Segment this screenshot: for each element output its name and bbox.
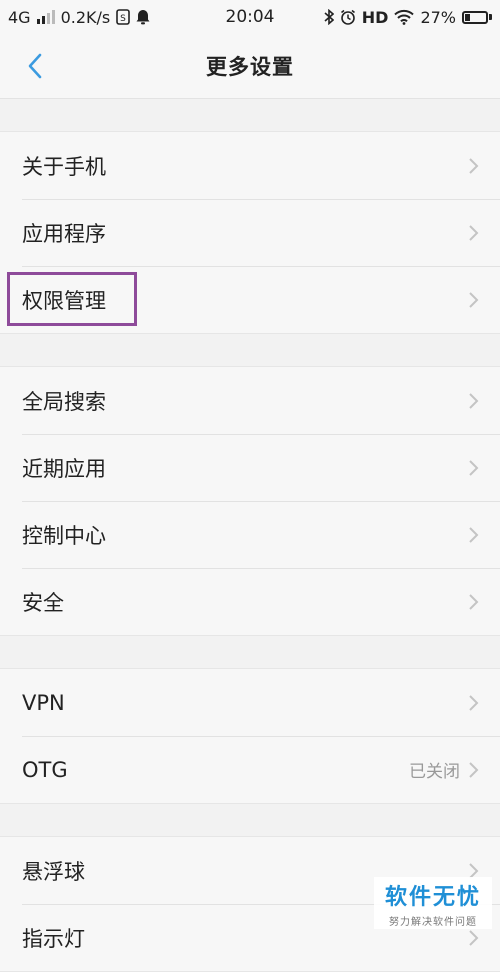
page-title: 更多设置 <box>206 55 294 79</box>
chevron-right-icon <box>469 392 479 409</box>
wifi-icon <box>394 9 415 25</box>
chevron-right-icon <box>469 526 479 543</box>
status-left: 4G 0.2K/s S <box>8 8 150 27</box>
settings-group-3: VPN OTG 已关闭 <box>0 668 500 804</box>
chevron-right-icon <box>469 224 479 241</box>
row-label: 应用程序 <box>22 221 106 246</box>
row-label: 近期应用 <box>22 456 106 481</box>
row-right <box>468 929 480 947</box>
settings-row-global-search[interactable]: 全局搜索 <box>0 367 500 434</box>
row-right <box>468 392 480 410</box>
row-label: 悬浮球 <box>22 859 85 884</box>
row-label: 指示灯 <box>22 926 85 951</box>
settings-list: 关于手机 应用程序 权限管理 全局搜索 近期应用 控制中心 安全 VPN OTG… <box>0 131 500 972</box>
notification-bell-icon <box>136 10 150 25</box>
watermark: 软件无忧 努力解决软件问题 <box>374 877 492 929</box>
svg-text:S: S <box>120 14 126 24</box>
row-right <box>468 694 480 712</box>
network-type: 4G <box>8 7 31 27</box>
battery-icon <box>462 10 492 24</box>
otg-status-value: 已关闭 <box>409 762 460 782</box>
watermark-sub: 努力解决软件问题 <box>389 916 477 928</box>
settings-row-about-phone[interactable]: 关于手机 <box>0 132 500 199</box>
sim-icon: S <box>116 9 131 25</box>
settings-group-2: 全局搜索 近期应用 控制中心 安全 <box>0 366 500 636</box>
settings-row-otg[interactable]: OTG 已关闭 <box>0 736 500 803</box>
title-bar: 更多设置 <box>0 34 500 99</box>
chevron-right-icon <box>469 157 479 174</box>
row-label: VPN <box>22 690 65 715</box>
row-right <box>468 157 480 175</box>
watermark-main: 软件无忧 <box>384 884 481 910</box>
row-right <box>468 593 480 611</box>
chevron-right-icon <box>469 761 479 778</box>
row-label: 控制中心 <box>22 523 106 548</box>
back-button[interactable] <box>20 50 50 82</box>
row-right: 已关闭 <box>409 757 480 782</box>
row-right <box>468 291 480 309</box>
row-label: 关于手机 <box>22 154 106 179</box>
chevron-right-icon <box>469 929 479 946</box>
settings-row-apps[interactable]: 应用程序 <box>0 199 500 266</box>
signal-icon <box>36 10 55 24</box>
settings-row-security[interactable]: 安全 <box>0 568 500 635</box>
chevron-right-icon <box>469 694 479 711</box>
status-bar: 4G 0.2K/s S 20:04 HD 27% <box>0 0 500 34</box>
network-speed: 0.2K/s <box>60 7 111 27</box>
chevron-right-icon <box>469 593 479 610</box>
row-right <box>468 224 480 242</box>
settings-row-recent-apps[interactable]: 近期应用 <box>0 434 500 501</box>
battery-percent: 27% <box>420 7 456 27</box>
chevron-right-icon <box>469 291 479 308</box>
status-right: HD 27% <box>324 8 492 27</box>
settings-row-control-center[interactable]: 控制中心 <box>0 501 500 568</box>
alarm-icon <box>340 9 355 25</box>
settings-row-vpn[interactable]: VPN <box>0 669 500 736</box>
row-label: 全局搜索 <box>22 389 106 414</box>
chevron-right-icon <box>469 459 479 476</box>
row-right <box>468 459 480 477</box>
hd-indicator: HD <box>361 7 389 27</box>
highlight-box <box>7 272 137 326</box>
row-label: OTG <box>22 757 68 782</box>
chevron-left-icon <box>28 53 42 79</box>
row-label: 安全 <box>22 590 64 615</box>
row-right <box>468 526 480 544</box>
bluetooth-icon <box>324 9 334 25</box>
